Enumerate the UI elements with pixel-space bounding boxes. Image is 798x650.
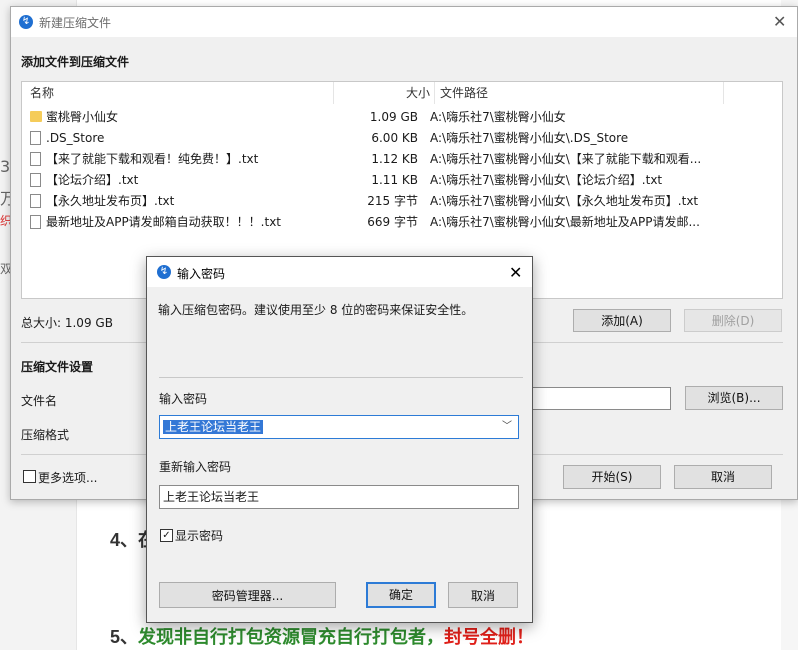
repeat-password-value: 上老王论坛当老王 [163,490,260,504]
dialog-cancel-button[interactable]: 取消 [448,582,518,608]
column-divider[interactable] [333,82,334,104]
password-label: 输入密码 [159,392,208,406]
cancel-button[interactable]: 取消 [674,465,772,489]
dialog-description: 输入压缩包密码。建议使用至少 8 位的密码来保证安全性。 [158,303,474,317]
password-value: 上老王论坛当老王 [163,420,264,434]
file-path: A:\嗨乐社7\蜜桃臀小仙女\【来了就能下载和观看... [430,152,702,166]
section-archive-settings: 压缩文件设置 [21,360,94,374]
file-size: 1.11 KB [371,173,418,187]
repeat-password-input[interactable]: 上老王论坛当老王 [159,485,519,509]
chevron-down-icon[interactable]: ﹀ [502,416,512,438]
dialog-divider [159,377,523,378]
heading-red-text: 封号全删！ [444,627,535,647]
password-input[interactable]: 上老王论坛当老王 ﹀ [159,415,519,439]
add-button[interactable]: 添加(A) [573,309,671,332]
start-button[interactable]: 开始(S) [563,465,661,489]
dialog-close-button[interactable]: ✕ [509,265,522,281]
show-password-label[interactable]: 显示密码 [175,527,223,544]
window-title: 新建压缩文件 [39,16,112,30]
more-options-checkbox[interactable] [23,470,36,483]
filename-label: 文件名 [21,394,58,408]
file-name: 【永久地址发布页】.txt [46,194,175,208]
file-row[interactable]: 蜜桃臀小仙女 1.09 GB A:\嗨乐社7\蜜桃臀小仙女 [22,107,782,128]
file-row[interactable]: 最新地址及APP请发邮箱自动获取！！！.txt 669 字节 A:\嗨乐社7\蜜… [22,212,782,233]
file-row[interactable]: 【来了就能下载和观看！纯免费！】.txt 1.12 KB A:\嗨乐社7\蜜桃臀… [22,149,782,170]
column-divider[interactable] [723,82,724,104]
password-dialog: ↯ 输入密码 ✕ 输入压缩包密码。建议使用至少 8 位的密码来保证安全性。 输入… [146,256,533,623]
heading-number: 5、 [110,627,139,647]
file-path: A:\嗨乐社7\蜜桃臀小仙女\【永久地址发布页】.txt [430,194,699,208]
background-heading-5: 5、发现非自行打包资源冒充自行打包者，封号全删！ [110,623,534,649]
format-label: 压缩格式 [21,428,70,442]
folder-icon [30,111,42,122]
file-icon [30,215,41,229]
file-size: 1.12 KB [371,152,418,166]
filename-input[interactable] [531,387,671,410]
file-name: 蜜桃臀小仙女 [46,110,119,124]
column-header-size[interactable]: 大小 [392,82,430,105]
app-logo-icon: ↯ [157,265,171,279]
file-path: A:\嗨乐社7\蜜桃臀小仙女\【论坛介绍】.txt [430,173,663,187]
password-manager-button[interactable]: 密码管理器... [159,582,336,608]
show-password-checkbox[interactable]: ✓ [160,529,173,542]
total-size-label: 总大小: 1.09 GB [21,316,113,330]
file-row[interactable]: 【论坛介绍】.txt 1.11 KB A:\嗨乐社7\蜜桃臀小仙女\【论坛介绍】… [22,170,782,191]
section-add-files: 添加文件到压缩文件 [21,55,130,69]
column-divider[interactable] [434,82,435,104]
file-icon [30,173,41,187]
file-path: A:\嗨乐社7\蜜桃臀小仙女 [430,110,566,124]
more-options-label[interactable]: 更多选项... [38,469,97,486]
window-close-button[interactable]: ✕ [773,14,786,30]
browse-button[interactable]: 浏览(B)... [685,386,783,410]
file-name: .DS_Store [46,131,105,145]
window-titlebar: ↯ 新建压缩文件 ✕ [11,7,797,37]
column-header-name[interactable]: 名称 [30,82,54,105]
file-path: A:\嗨乐社7\蜜桃臀小仙女\最新地址及APP请发邮... [430,215,700,229]
file-size: 215 字节 [367,194,418,208]
repeat-password-label: 重新输入密码 [159,460,232,474]
file-name: 最新地址及APP请发邮箱自动获取！！！.txt [46,215,282,229]
file-icon [30,194,41,208]
heading-green-text: 发现非自行打包资源冒充自行打包者， [138,627,445,647]
file-path: A:\嗨乐社7\蜜桃臀小仙女\.DS_Store [430,131,629,145]
file-size: 1.09 GB [369,110,418,124]
delete-button[interactable]: 删除(D) [684,309,782,332]
app-logo-icon: ↯ [19,15,33,29]
file-name: 【论坛介绍】.txt [46,173,139,187]
file-icon [30,131,41,145]
file-icon [30,152,41,166]
file-size: 669 字节 [367,215,418,229]
dialog-title: 输入密码 [177,267,226,281]
file-name: 【来了就能下载和观看！纯免费！】.txt [46,152,259,166]
ok-button[interactable]: 确定 [366,582,436,608]
column-header-path[interactable]: 文件路径 [440,82,488,105]
dialog-titlebar: ↯ 输入密码 ✕ [147,257,532,287]
file-size: 6.00 KB [371,131,418,145]
file-row[interactable]: 【永久地址发布页】.txt 215 字节 A:\嗨乐社7\蜜桃臀小仙女\【永久地… [22,191,782,212]
file-row[interactable]: .DS_Store 6.00 KB A:\嗨乐社7\蜜桃臀小仙女\.DS_Sto… [22,128,782,149]
